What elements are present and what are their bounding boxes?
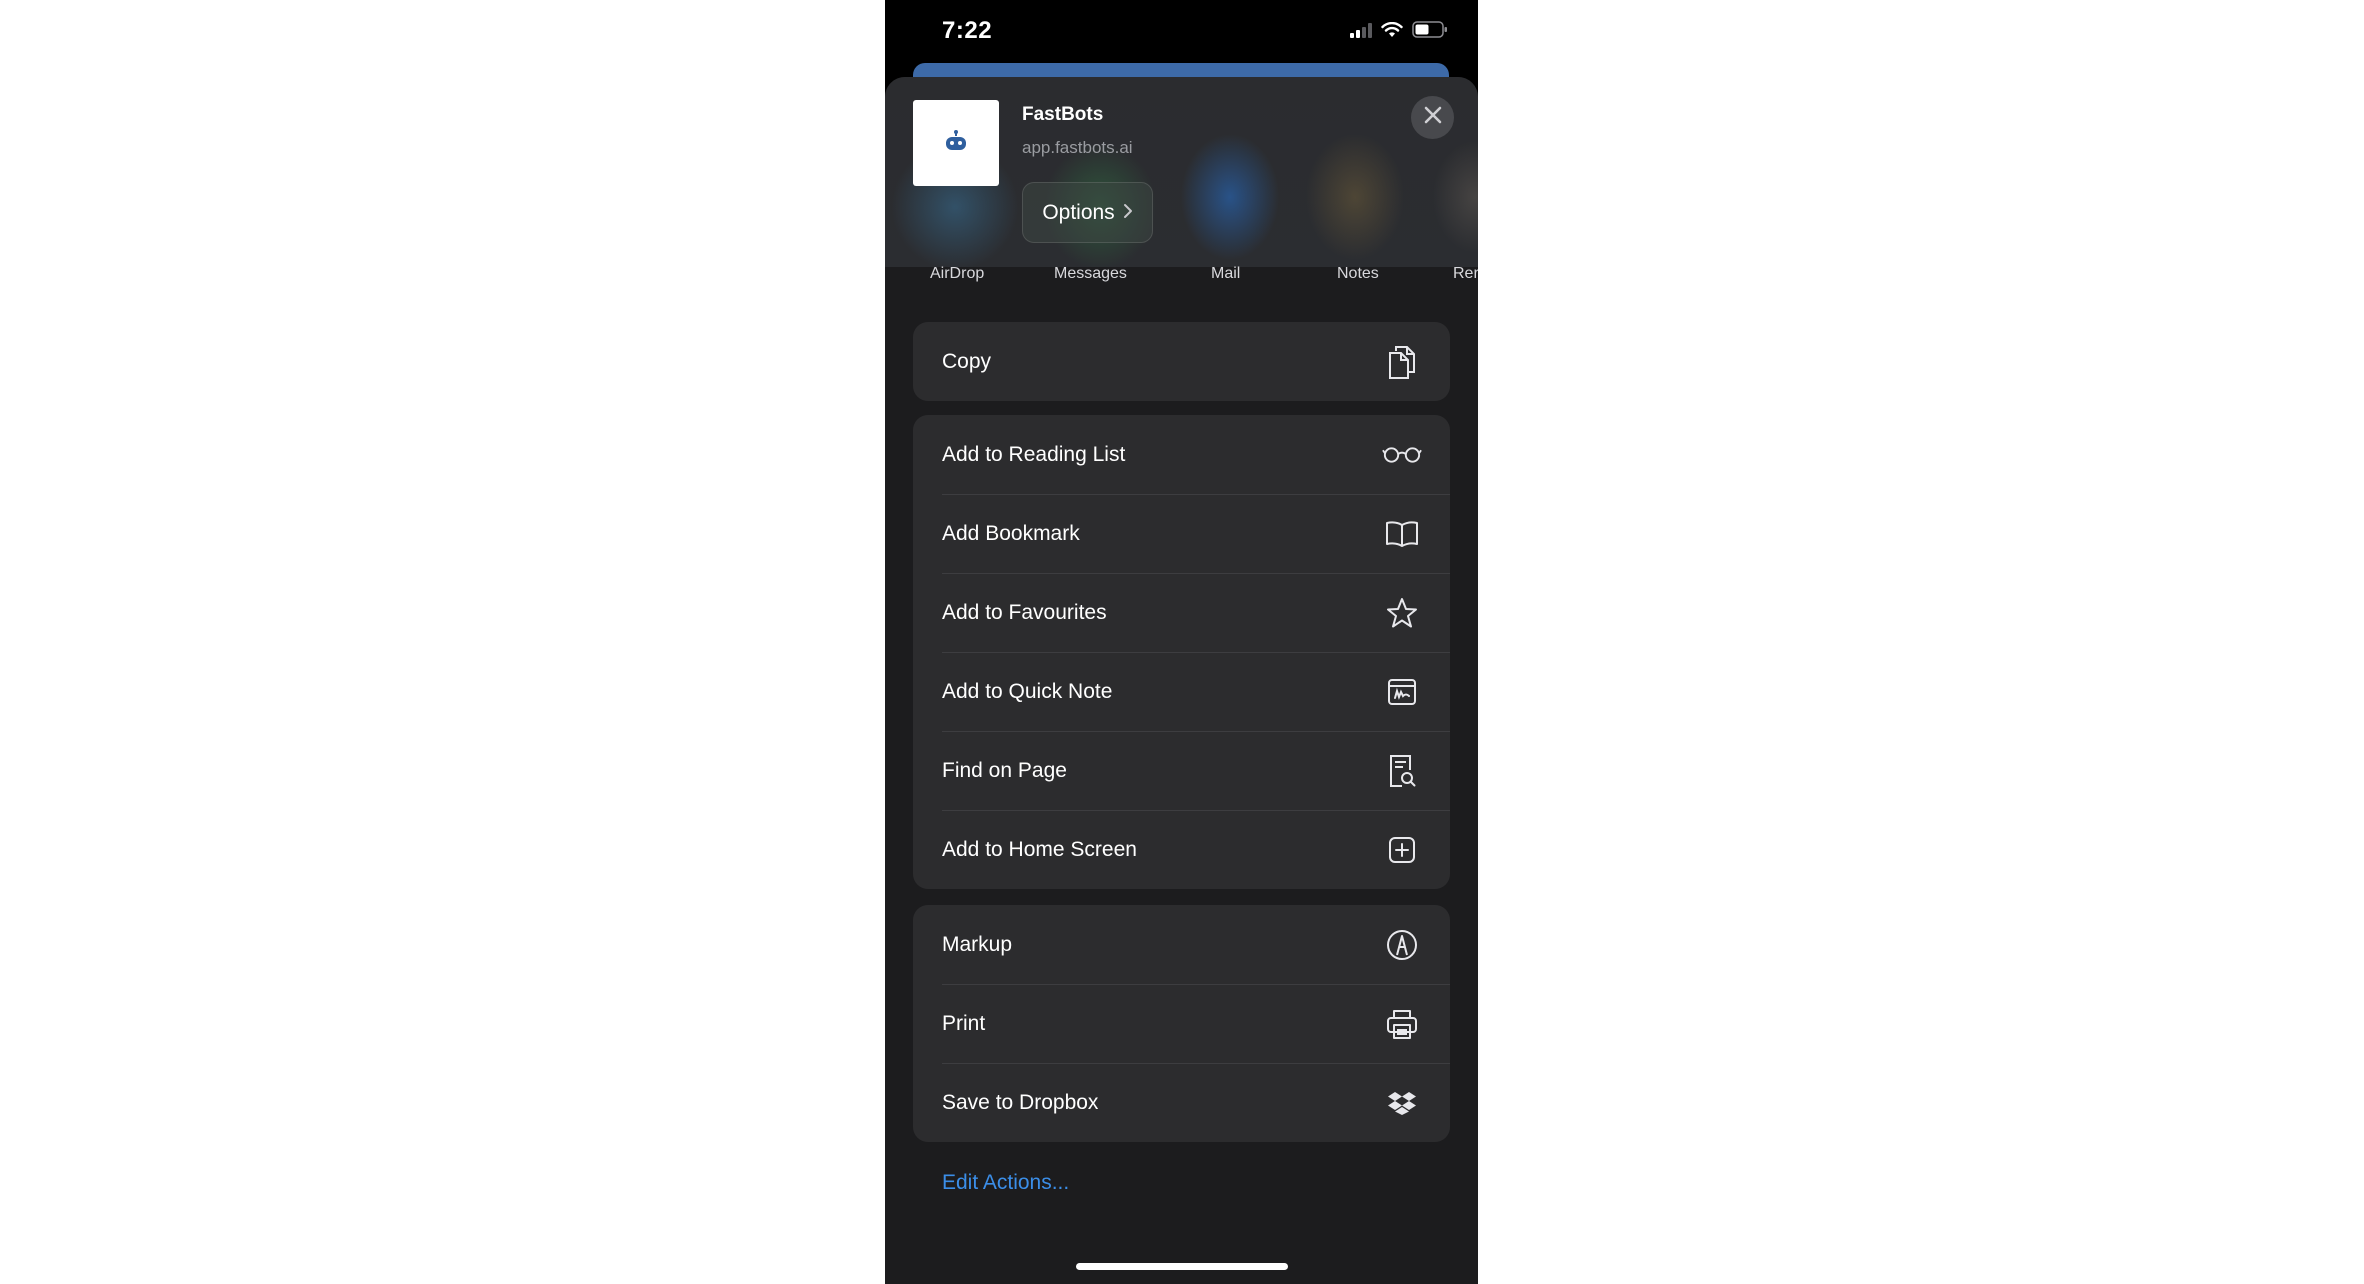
action-label: Find on Page xyxy=(942,758,1067,782)
options-label: Options xyxy=(1042,200,1115,224)
action-label: Copy xyxy=(942,349,992,373)
action-add-bookmark[interactable]: Add Bookmark xyxy=(913,494,1450,573)
edit-actions-link[interactable]: Edit Actions... xyxy=(942,1171,1069,1195)
share-target-notes[interactable]: Notes xyxy=(1337,265,1379,283)
star-icon xyxy=(1382,593,1422,633)
quick-note-icon xyxy=(1382,672,1422,712)
action-add-to-quick-note[interactable]: Add to Quick Note xyxy=(913,652,1450,731)
battery-icon xyxy=(1412,21,1448,43)
action-group-safari: Add to Reading List Add Bookmark Add to … xyxy=(913,415,1450,889)
home-indicator[interactable] xyxy=(1076,1263,1288,1270)
dropbox-icon xyxy=(1382,1083,1422,1123)
glasses-icon xyxy=(1382,435,1422,475)
status-time: 7:22 xyxy=(942,17,993,44)
action-add-to-home-screen[interactable]: Add to Home Screen xyxy=(913,810,1450,889)
options-button[interactable]: Options xyxy=(1022,182,1153,243)
wifi-icon xyxy=(1381,21,1403,43)
markup-icon xyxy=(1382,925,1422,965)
action-group-extensions: Markup Print Save to Dropbox xyxy=(913,905,1450,1142)
printer-icon xyxy=(1382,1004,1422,1044)
copy-icon xyxy=(1382,342,1422,382)
share-target-airdrop[interactable]: AirDrop xyxy=(930,265,984,283)
action-copy[interactable]: Copy xyxy=(913,322,1450,401)
action-save-to-dropbox[interactable]: Save to Dropbox xyxy=(913,1063,1450,1142)
book-icon xyxy=(1382,514,1422,554)
action-markup[interactable]: Markup xyxy=(913,905,1450,984)
share-sheet: FastBots app.fastbots.ai Options AirDrop… xyxy=(885,77,1478,1284)
find-page-icon xyxy=(1382,751,1422,791)
action-add-to-favourites[interactable]: Add to Favourites xyxy=(913,573,1450,652)
action-add-to-reading-list[interactable]: Add to Reading List xyxy=(913,415,1450,494)
action-label: Markup xyxy=(942,932,1013,956)
chevron-right-icon xyxy=(1123,201,1133,225)
action-print[interactable]: Print xyxy=(913,984,1450,1063)
action-label: Print xyxy=(942,1011,986,1035)
action-find-on-page[interactable]: Find on Page xyxy=(913,731,1450,810)
action-label: Add Bookmark xyxy=(942,521,1080,545)
signal-icon xyxy=(1350,22,1372,43)
action-label: Save to Dropbox xyxy=(942,1090,1099,1114)
action-label: Add to Home Screen xyxy=(942,837,1137,861)
site-thumbnail xyxy=(913,100,999,186)
share-target-mail[interactable]: Mail xyxy=(1211,265,1240,283)
action-label: Add to Reading List xyxy=(942,442,1126,466)
action-label: Add to Favourites xyxy=(942,600,1107,624)
status-bar: 7:22 xyxy=(885,0,1478,62)
status-icons xyxy=(1350,21,1448,43)
bot-logo-icon xyxy=(943,129,969,157)
phone-screen: 7:22 FastBots app.fastbots.ai Options Ai… xyxy=(885,0,1478,1284)
action-group-copy: Copy xyxy=(913,322,1450,401)
plus-square-icon xyxy=(1382,830,1422,870)
close-button[interactable] xyxy=(1411,96,1454,139)
action-label: Add to Quick Note xyxy=(942,679,1113,703)
site-url: app.fastbots.ai xyxy=(1022,138,1133,157)
site-title: FastBots xyxy=(1022,104,1104,125)
share-targets-row: AirDrop Messages Mail Notes Rer xyxy=(885,265,1478,289)
share-target-reminders[interactable]: Rer xyxy=(1453,265,1478,283)
share-target-messages[interactable]: Messages xyxy=(1054,265,1127,283)
close-icon xyxy=(1424,106,1442,129)
